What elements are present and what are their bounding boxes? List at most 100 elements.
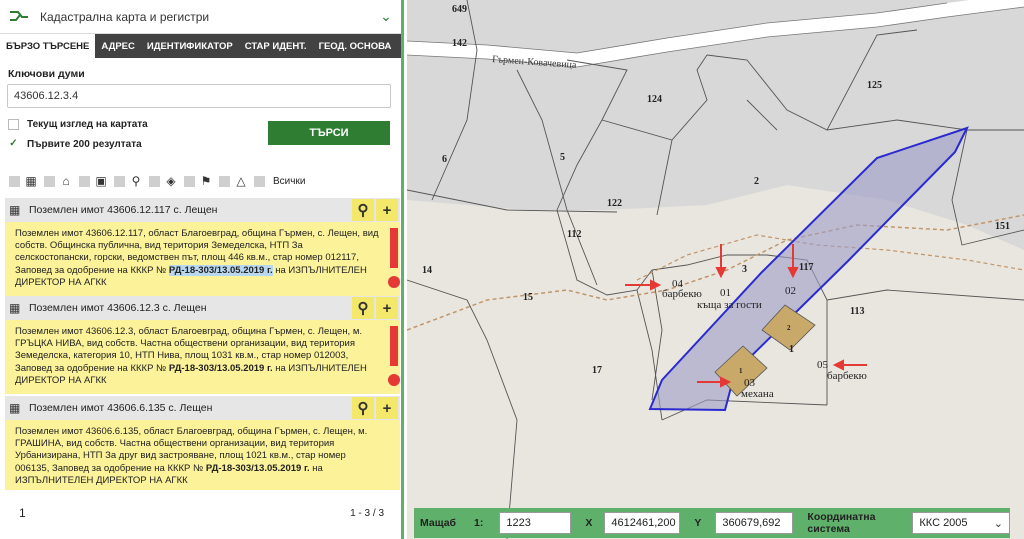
first-200-checkbox[interactable]: ✓ Първите 200 резултата (8, 139, 142, 150)
building-icon: ▣ (95, 174, 107, 188)
app-logo-icon (10, 10, 28, 21)
parcel-number: 124 (647, 94, 662, 105)
result-order: РД-18-303/13.05.2019 г. (168, 264, 273, 276)
tab-old-identifier[interactable]: СТАР ИДЕНТ. (239, 34, 313, 58)
annotation-01: 01 (720, 287, 731, 299)
parcel-number: 151 (995, 221, 1010, 232)
current-view-checkbox[interactable]: Текущ изглед на картата (8, 119, 148, 130)
result-range: 1 - 3 / 3 (350, 507, 384, 519)
parcel-number: 113 (850, 306, 864, 317)
footpath (407, 214, 1024, 331)
flag-icon: ⚑ (200, 174, 212, 188)
parcel-number: 1 (789, 344, 794, 355)
crs-label: Координатна система (807, 511, 876, 535)
left-panel: Кадастрална карта и регистри ⌄ БЪРЗО ТЪР… (0, 0, 404, 539)
chevron-down-icon: ⌄ (993, 517, 1003, 530)
crs-value: ККС 2005 (919, 517, 968, 529)
zoom-search-icon[interactable]: ⚲ (352, 297, 374, 319)
parcel-number: 17 (592, 365, 602, 376)
filter-all-label: Всички (273, 175, 306, 187)
parcel-number: 125 (867, 80, 882, 91)
first-200-label: Първите 200 резултата (27, 139, 142, 150)
result-title: Поземлен имот 43606.6.135 с. Лещен (29, 402, 213, 414)
add-icon[interactable]: + (376, 297, 398, 319)
parcel-number: 122 (607, 198, 622, 209)
add-icon[interactable]: + (376, 397, 398, 419)
chevron-down-icon[interactable]: ⌄ (371, 8, 401, 25)
y-label: Y (694, 517, 702, 529)
x-coordinate-input[interactable] (604, 512, 681, 534)
parcel-number: 3 (742, 264, 747, 275)
parcel-number: 1 (739, 367, 743, 375)
tab-quick-search[interactable]: БЪРЗО ТЪРСЕНЕ (0, 34, 96, 58)
grid-icon: ▦ (9, 401, 21, 415)
coordinate-bar: Мащаб 1: X Y Координатна система ККС 200… (414, 508, 1010, 538)
map-pin-icon: ⚲ (131, 174, 141, 188)
zoom-search-icon[interactable]: ⚲ (352, 199, 374, 221)
polygon-icon: △ (236, 174, 246, 188)
layers-icon: ◈ (166, 174, 176, 188)
keywords-label: Ключови думи (8, 68, 85, 80)
result-header[interactable]: ▦ Поземлен имот 43606.12.3 с. Лещен ⚲ + (5, 296, 400, 320)
x-label: X (585, 517, 593, 529)
filter-checkbox[interactable] (184, 175, 195, 187)
y-coordinate-input[interactable] (715, 512, 794, 534)
parcel-number: 6 (442, 154, 447, 165)
pagination: 1 1 - 3 / 3 (5, 500, 400, 526)
grid-icon: ▦ (9, 203, 21, 217)
cadastral-map[interactable]: 649 142 124 125 6 5 2 122 112 14 15 3 11… (407, 0, 1024, 539)
home-icon: ⌂ (62, 174, 70, 188)
parcel-number: 14 (422, 265, 432, 276)
tab-geodetic-base[interactable]: ГЕОД. ОСНОВА (313, 34, 398, 58)
annotation-barbecue: барбекю (662, 288, 702, 300)
map-canvas[interactable]: 649 142 124 125 6 5 2 122 112 14 15 3 11… (407, 0, 1024, 539)
parcel-number: 649 (452, 4, 467, 15)
zoom-search-icon[interactable]: ⚲ (352, 397, 374, 419)
result-header[interactable]: ▦ Поземлен имот 43606.6.135 с. Лещен ⚲ + (5, 396, 400, 420)
filter-checkbox[interactable] (44, 175, 55, 187)
grid-icon: ▦ (25, 174, 37, 188)
tab-address[interactable]: АДРЕС (95, 34, 141, 58)
current-view-label: Текущ изглед на картата (27, 119, 148, 130)
filter-checkbox[interactable] (254, 175, 265, 187)
keywords-input[interactable] (7, 84, 391, 108)
filter-checkbox[interactable] (149, 175, 160, 187)
add-icon[interactable]: + (376, 199, 398, 221)
parcel-number: 117 (799, 262, 813, 273)
result-description: Поземлен имот 43606.12.117, област Благо… (5, 222, 400, 296)
parcel-number: 112 (567, 229, 581, 240)
scale-input[interactable] (499, 512, 572, 534)
search-button[interactable]: ТЪРСИ (268, 121, 390, 145)
filter-checkbox[interactable] (114, 175, 125, 187)
annotation-house: къща за гости (697, 299, 762, 311)
result-description: Поземлен имот 43606.6.135, област Благое… (5, 420, 400, 490)
app-title: Кадастрална карта и регистри (40, 9, 210, 24)
result-description: Поземлен имот 43606.12.3, област Благоев… (5, 320, 400, 394)
result-item[interactable]: ▦ Поземлен имот 43606.12.117 с. Лещен ⚲ … (5, 198, 400, 296)
annotation-tavern: механа (741, 388, 774, 400)
grid-icon: ▦ (9, 301, 21, 315)
page-number[interactable]: 1 (19, 506, 350, 520)
scale-prefix: 1: (474, 517, 484, 529)
marker-dot (388, 276, 400, 288)
filter-checkbox[interactable] (219, 175, 230, 187)
filter-bar: ▦ ⌂ ▣ ⚲ ◈ ⚑ △ Всички (5, 168, 400, 194)
parcel-number: 5 (560, 152, 565, 163)
result-order: РД-18-303/13.05.2019 г. (168, 362, 273, 374)
crs-select[interactable]: ККС 2005 ⌄ (912, 512, 1010, 534)
checkbox-unchecked-icon[interactable] (8, 119, 19, 130)
app-header: Кадастрална карта и регистри ⌄ (0, 0, 401, 34)
tab-identifier[interactable]: ИДЕНТИФИКАТОР (141, 34, 239, 58)
parcel-number: 142 (452, 38, 467, 49)
result-header[interactable]: ▦ Поземлен имот 43606.12.117 с. Лещен ⚲ … (5, 198, 400, 222)
result-title: Поземлен имот 43606.12.3 с. Лещен (29, 302, 207, 314)
result-order: РД-18-303/13.05.2019 г. (205, 462, 310, 474)
scale-label: Мащаб (420, 517, 457, 529)
filter-checkbox[interactable] (9, 175, 20, 187)
result-item[interactable]: ▦ Поземлен имот 43606.6.135 с. Лещен ⚲ +… (5, 396, 400, 490)
filter-checkbox[interactable] (79, 175, 90, 187)
result-item[interactable]: ▦ Поземлен имот 43606.12.3 с. Лещен ⚲ + … (5, 296, 400, 394)
checkmark-icon[interactable]: ✓ (8, 139, 19, 150)
parcel-number: 2 (787, 324, 791, 332)
marker-bar (390, 326, 398, 366)
